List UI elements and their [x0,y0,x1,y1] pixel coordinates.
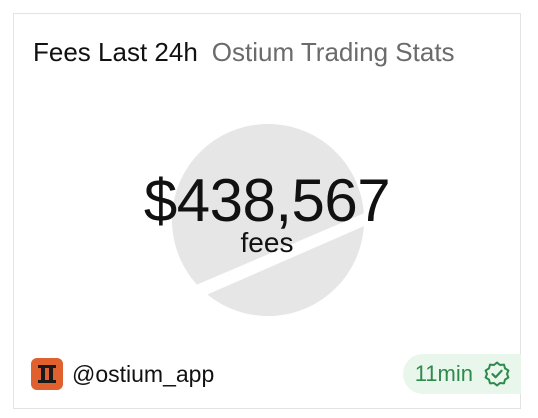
card-header: Fees Last 24h Ostium Trading Stats [33,35,510,69]
card-title: Fees Last 24h [33,37,198,67]
card-subtitle: Ostium Trading Stats [211,37,455,67]
updated-badge: 11min [402,354,521,394]
metric-block: $438,567 fees [14,168,520,258]
account-handle: @ostium_app [72,361,215,387]
verified-check-icon [483,360,511,388]
stats-card: Fees Last 24h Ostium Trading Stats $438,5… [13,13,521,409]
account-link[interactable]: @ostium_app [31,358,214,390]
fees-value: $438,567 [143,167,391,234]
fees-label: fees [240,227,294,258]
updated-time: 11min [414,361,473,386]
ostium-logo-icon [31,358,63,390]
